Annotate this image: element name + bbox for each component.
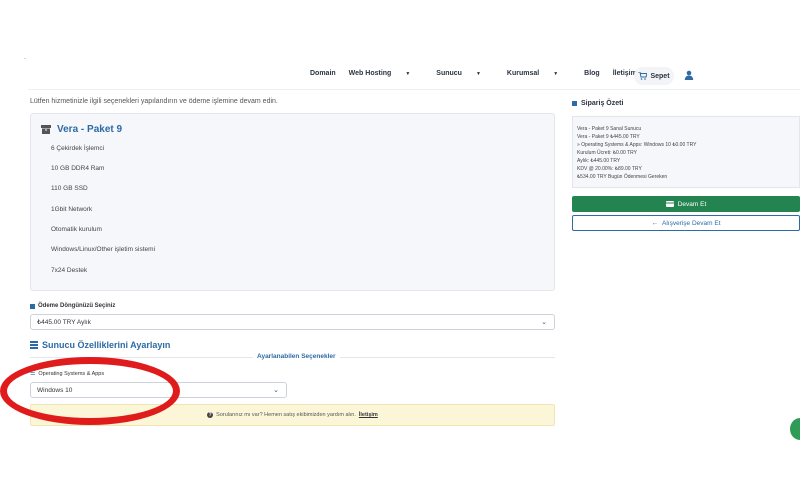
feature-item: 1Gbit Network: [51, 206, 93, 213]
billing-cycle-value: ₺445.00 TRY Aylık: [37, 319, 91, 326]
caret-down-icon: ▼: [553, 71, 559, 77]
billing-cycle-select[interactable]: ₺445.00 TRY Aylık ⌄: [30, 314, 555, 330]
summary-line: Vera - Paket 9 ₺445.00 TRY: [577, 134, 640, 140]
list-icon: ☰: [30, 371, 36, 377]
summary-title: Sipariş Özeti: [572, 100, 623, 107]
package-title-text: Vera - Paket 9: [57, 124, 123, 135]
summary-line: » Operating Systems & Apps: Windows 10 ₺…: [577, 142, 697, 148]
help-banner: ? Sorularınız mı var? Hemen satış ekibim…: [30, 404, 555, 426]
top-navbar: Domain Web Hosting ▼ Sunucu ▼ Kurumsal ▼ Bl…: [28, 62, 800, 90]
nav-web-hosting[interactable]: Web Hosting ▼: [349, 70, 424, 77]
chevron-down-icon: ⌄: [541, 319, 547, 326]
question-icon: ?: [207, 412, 214, 418]
server-icon: [30, 341, 38, 349]
nav-sunucu[interactable]: Sunucu ▼: [436, 70, 494, 77]
caret-down-icon: ▼: [475, 71, 481, 77]
summary-line: KDV @ 20.00%: ₺89.00 TRY: [577, 166, 642, 172]
os-label: ☰ Operating Systems & Apps: [30, 370, 105, 378]
package-title: Vera - Paket 9: [41, 124, 122, 135]
main-nav: Domain Web Hosting ▼ Sunucu ▼ Kurumsal ▼ Bl…: [310, 70, 650, 77]
square-icon: [30, 303, 35, 309]
nav-domain[interactable]: Domain: [310, 70, 336, 77]
cart-button[interactable]: Sepet: [634, 67, 674, 85]
cart-label: Sepet: [650, 72, 670, 80]
config-title-text: Sunucu Özelliklerini Ayarlayın: [42, 340, 171, 350]
nav-kurumsal-label: Kurumsal: [506, 70, 540, 77]
continue-button[interactable]: Devam Et: [572, 196, 800, 212]
contact-link[interactable]: İletişim: [359, 412, 378, 418]
cart-icon: [638, 72, 648, 80]
chevron-down-icon: ⌄: [273, 387, 279, 394]
intro-text: Lütfen hizmetinizle ilgili seçenekleri y…: [30, 98, 278, 105]
nav-blog[interactable]: Blog: [584, 70, 600, 77]
continue-label: Devam Et: [677, 200, 707, 208]
user-icon[interactable]: [684, 70, 694, 80]
square-icon: [572, 101, 577, 106]
feature-item: 10 GB DDR4 Ram: [51, 165, 105, 172]
help-text: Sorularınız mı var? Hemen satış ekibimiz…: [216, 412, 356, 418]
feature-item: Windows/Linux/Other işletim sistemi: [51, 246, 156, 253]
feature-item: 7x24 Destek: [51, 267, 88, 274]
stray-mark: -: [24, 56, 26, 62]
billing-label-text: Ödeme Döngünüzü Seçiniz: [38, 303, 116, 309]
order-summary: Vera - Paket 9 Sanal Sunucu Vera - Paket…: [572, 116, 800, 188]
chat-widget-icon[interactable]: [790, 418, 800, 440]
credit-card-icon: [665, 201, 674, 207]
summary-line: Kurulum Ücreti: ₺0.00 TRY: [577, 150, 637, 156]
os-select-value: Windows 10: [37, 386, 73, 394]
os-label-text: Operating Systems & Apps: [38, 370, 105, 377]
nav-sunucu-label: Sunucu: [436, 70, 462, 77]
summary-title-text: Sipariş Özeti: [581, 100, 624, 107]
billing-label: Ödeme Döngünüzü Seçiniz: [30, 303, 115, 309]
package-card: Vera - Paket 9 6 Çekirdek İşlemci 10 GB …: [30, 113, 555, 291]
summary-total: ₺534.00 TRY Bugün Ödenmesi Gereken: [577, 174, 668, 180]
config-subtitle: Ayarlanabilen Seçenekler: [253, 353, 340, 360]
arrow-left-icon: ←: [651, 219, 658, 227]
feature-item: Otomatik kurulum: [51, 226, 102, 233]
continue-shopping-button[interactable]: ← Alışverişe Devam Et: [572, 215, 800, 231]
caret-down-icon: ▼: [405, 71, 411, 77]
continue-shopping-label: Alışverişe Devam Et: [661, 219, 721, 227]
box-icon: [41, 125, 51, 134]
config-title: Sunucu Özelliklerini Ayarlayın: [30, 340, 170, 350]
feature-item: 110 GB SSD: [51, 185, 88, 192]
summary-line: Vera - Paket 9 Sanal Sunucu: [577, 126, 642, 132]
nav-web-hosting-label: Web Hosting: [348, 70, 392, 77]
summary-line: Aylık: ₺445.00 TRY: [577, 158, 621, 164]
os-select[interactable]: Windows 10 ⌄: [30, 382, 287, 398]
nav-kurumsal[interactable]: Kurumsal ▼: [507, 70, 571, 77]
feature-item: 6 Çekirdek İşlemci: [51, 145, 105, 152]
